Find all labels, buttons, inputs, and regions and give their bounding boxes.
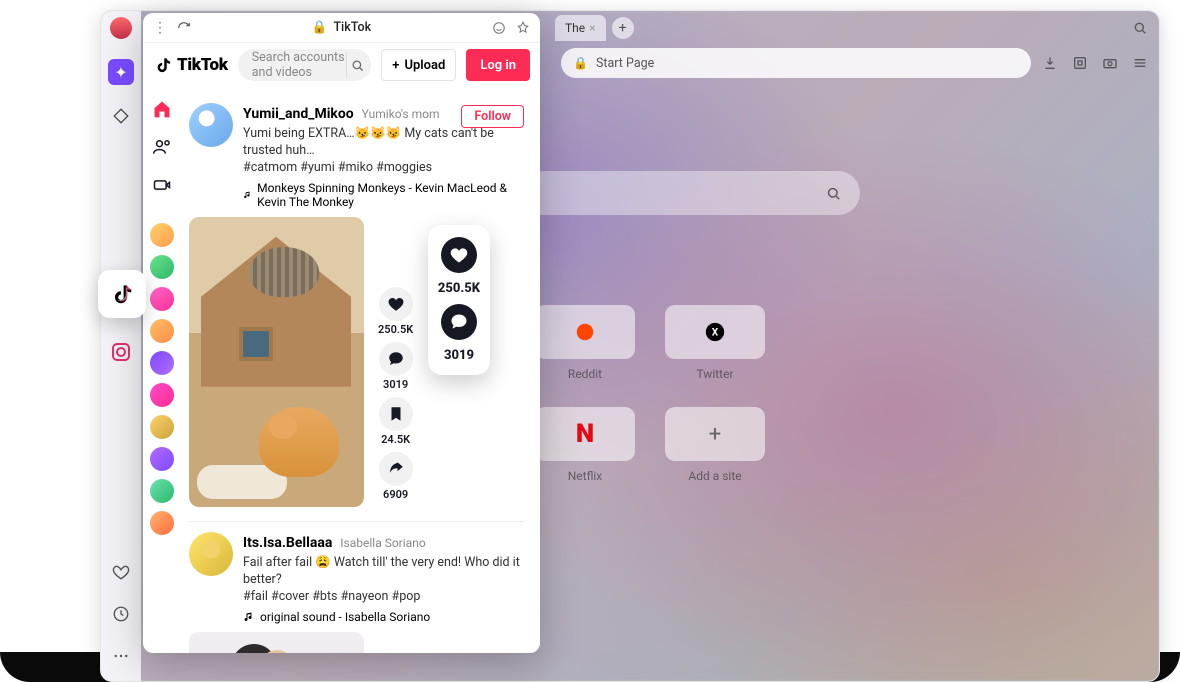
plus-icon: + bbox=[392, 58, 399, 73]
share-button[interactable]: 6909 bbox=[379, 452, 413, 501]
tab-title: The bbox=[565, 21, 585, 35]
tiktok-launcher-icon[interactable] bbox=[98, 270, 146, 318]
speed-dial-tile-reddit[interactable]: Reddit bbox=[530, 305, 640, 381]
extensions-icon[interactable] bbox=[1071, 54, 1089, 72]
easy-setup-icon[interactable] bbox=[1131, 54, 1149, 72]
bookmark-button[interactable]: 24.5K bbox=[379, 397, 413, 446]
post-caption: Yumi being EXTRA…😼😼😼 My cats can't be tr… bbox=[243, 126, 524, 160]
comment-button[interactable]: 3019 bbox=[379, 342, 413, 391]
twitter-x-icon: X bbox=[665, 305, 765, 359]
post-avatar[interactable] bbox=[189, 532, 233, 576]
history-icon[interactable] bbox=[110, 603, 132, 625]
snapshot-icon[interactable] bbox=[1101, 54, 1119, 72]
live-icon[interactable] bbox=[152, 175, 172, 195]
addr-actions bbox=[1041, 54, 1149, 72]
post-nickname: Yumiko's mom bbox=[362, 107, 440, 121]
new-tab-button[interactable]: + bbox=[612, 17, 634, 39]
following-icon[interactable] bbox=[152, 137, 172, 157]
post-caption: Fail after fail 😩 Watch till' the very e… bbox=[243, 555, 524, 589]
tile-label: Reddit bbox=[568, 367, 602, 381]
post-tags[interactable]: #fail #cover #bts #nayeon #pop bbox=[243, 589, 524, 604]
speed-dial-tile-netflix[interactable]: N Netflix bbox=[530, 407, 640, 483]
tab-close-icon[interactable]: × bbox=[589, 21, 595, 35]
avatar[interactable] bbox=[150, 511, 174, 535]
panel-reload-icon[interactable] bbox=[177, 21, 191, 35]
upload-label: Upload bbox=[404, 58, 445, 73]
tile-label: Add a site bbox=[688, 469, 741, 483]
avatar[interactable] bbox=[150, 287, 174, 311]
tiktok-header: TikTok Search accounts and videos + Uplo… bbox=[143, 43, 540, 87]
tiktok-logo-text: TikTok bbox=[177, 55, 228, 75]
big-comment-count: 3019 bbox=[444, 348, 474, 363]
panel-url-center: 🔒 TikTok bbox=[312, 20, 371, 35]
panel-emoji-icon[interactable] bbox=[492, 21, 506, 35]
avatar[interactable] bbox=[150, 383, 174, 407]
lock-icon: 🔒 bbox=[312, 20, 328, 35]
big-like-count: 250.5K bbox=[438, 281, 480, 296]
tile-label: Twitter bbox=[696, 367, 733, 381]
feed-post: Its.Isa.Bellaaa Isabella Soriano Fail af… bbox=[189, 522, 524, 653]
post-tags[interactable]: #catmom #yumi #miko #moggies bbox=[243, 160, 524, 175]
avatar[interactable] bbox=[150, 255, 174, 279]
reddit-icon bbox=[535, 305, 635, 359]
login-button[interactable]: Log in bbox=[466, 49, 530, 81]
avatar[interactable] bbox=[150, 319, 174, 343]
tile-label: Netflix bbox=[568, 469, 603, 483]
tab-active[interactable]: The × bbox=[555, 15, 606, 41]
download-icon[interactable] bbox=[1041, 54, 1059, 72]
lock-icon: 🔒 bbox=[573, 56, 588, 70]
svg-text:X: X bbox=[712, 328, 719, 339]
address-bar[interactable]: 🔒 Start Page bbox=[561, 48, 1031, 78]
search-placeholder: Search accounts and videos bbox=[252, 50, 347, 80]
post-video[interactable] bbox=[189, 632, 364, 654]
like-button[interactable]: 250.5K bbox=[378, 287, 413, 336]
post-username[interactable]: Yumii_and_Mikoo bbox=[243, 106, 354, 122]
avatar[interactable] bbox=[150, 447, 174, 471]
upload-button[interactable]: + Upload bbox=[381, 49, 456, 81]
post-username[interactable]: Its.Isa.Bellaaa bbox=[243, 535, 332, 551]
avatar[interactable] bbox=[150, 479, 174, 503]
home-icon[interactable] bbox=[152, 99, 172, 119]
big-like-button[interactable] bbox=[441, 237, 477, 273]
search-icon[interactable] bbox=[346, 52, 367, 78]
tabstrip-search-icon[interactable] bbox=[1129, 17, 1151, 39]
speed-dial-tile-add[interactable]: + Add a site bbox=[660, 407, 770, 483]
netflix-icon: N bbox=[535, 407, 635, 461]
follow-button[interactable]: Follow bbox=[461, 105, 524, 128]
post-nickname: Isabella Soriano bbox=[340, 536, 425, 550]
tiktok-logo[interactable]: TikTok bbox=[153, 55, 228, 75]
post-sound[interactable]: Monkeys Spinning Monkeys - Kevin MacLeod… bbox=[243, 181, 524, 209]
post-video[interactable] bbox=[189, 217, 364, 507]
suggested-accounts bbox=[150, 223, 174, 535]
plus-icon: + bbox=[665, 407, 765, 461]
panel-pin-icon[interactable] bbox=[516, 21, 530, 35]
tiktok-side-nav bbox=[143, 87, 181, 653]
workspace-button[interactable]: ✦ bbox=[108, 59, 134, 85]
more-dots-icon[interactable] bbox=[110, 645, 132, 667]
panel-menu-dots-icon[interactable]: ⋮ bbox=[153, 20, 167, 36]
instagram-icon[interactable] bbox=[112, 343, 130, 361]
login-label: Log in bbox=[480, 58, 516, 73]
panel-url-text: TikTok bbox=[333, 20, 371, 35]
post-actions: 250.5K 3019 24.5K 6909 bbox=[378, 287, 413, 501]
workspace-diamond-icon[interactable] bbox=[110, 105, 132, 127]
avatar[interactable] bbox=[150, 351, 174, 375]
big-comment-button[interactable] bbox=[441, 304, 477, 340]
tiktok-search-input[interactable]: Search accounts and videos bbox=[238, 49, 372, 81]
speed-dial-tile-twitter[interactable]: X Twitter bbox=[660, 305, 770, 381]
panel-url-bar: ⋮ 🔒 TikTok bbox=[143, 13, 540, 43]
sound-name: Monkeys Spinning Monkeys - Kevin MacLeod… bbox=[257, 181, 524, 209]
post-sound[interactable]: original sound - Isabella Soriano bbox=[243, 610, 524, 624]
avatar[interactable] bbox=[150, 415, 174, 439]
heart-icon[interactable] bbox=[110, 561, 132, 583]
address-text: Start Page bbox=[596, 56, 654, 71]
floating-action-card: 250.5K 3019 bbox=[428, 225, 490, 375]
avatar[interactable] bbox=[150, 223, 174, 247]
opera-sidebar: ✦ bbox=[101, 11, 141, 681]
sound-name: original sound - Isabella Soriano bbox=[260, 610, 430, 624]
post-avatar[interactable] bbox=[189, 103, 233, 147]
opera-logo-icon[interactable] bbox=[110, 17, 132, 39]
